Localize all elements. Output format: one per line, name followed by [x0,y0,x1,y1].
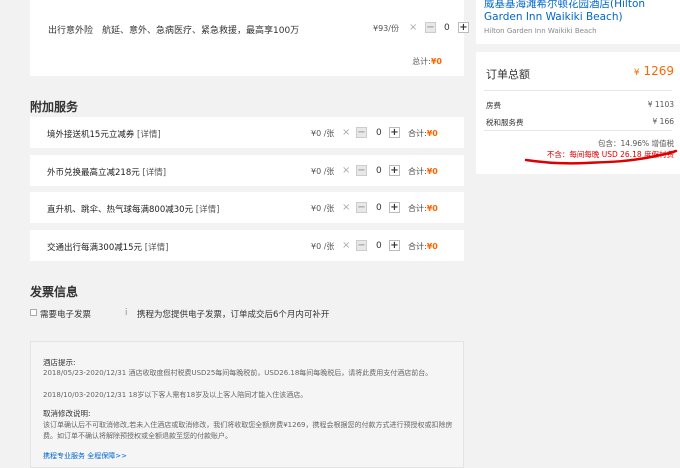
total-label: 合计: [408,129,427,138]
detail-link[interactable]: [详情] [196,205,220,215]
addon-item: 交通出行每满300减15元 [详情] ¥0 /张 × − 0 + 合计:¥0 [30,230,464,261]
addon-item: 外币兑换最高立减218元 [详情] ¥0 /张 × − 0 + 合计:¥0 [30,155,464,186]
detail-link[interactable]: [详情] [137,130,161,140]
addon-price: ¥0 /张 [311,167,335,176]
invoice-row: 需要电子发票 i 携程为您提供电子发票，订单成交后6个月内可补开 [30,308,464,320]
qty-value: 0 [376,166,382,176]
addon-name: 直升机、跳伞、热气球每满800减30元 [详情] [47,203,219,215]
qty-plus-button[interactable]: + [389,240,400,251]
detail-link[interactable]: [详情] [145,243,169,253]
qty-minus-button[interactable]: − [425,22,436,33]
total-value: ¥0 [426,204,438,213]
qty-minus-button[interactable]: − [356,165,367,176]
info-icon: i [125,308,128,318]
insurance-total: 总计:¥0 [412,56,442,67]
insurance-name: 出行意外险 [48,26,94,36]
addon-name: 境外接送机15元立减券 [详情] [47,128,161,140]
hotel-notice-line: 2018/10/03-2020/12/31 18岁以下客人需有18岁及以上客人陪… [43,391,308,399]
insurance-price: ¥93/份 [373,24,399,33]
qty-plus-button[interactable]: + [389,127,400,138]
insurance-row: 出行意外险 航延、意外、急病医疗、紧急救援，最高享100万 ¥93/份 × − … [30,16,469,40]
hotel-card: 威基基海滩希尔顿花园酒店(Hilton Garden Inn Waikiki B… [476,0,680,44]
addon-item: 直升机、跳伞、热气球每满800减30元 [详情] ¥0 /张 × − 0 + 合… [30,192,464,223]
total-label: 合计: [408,204,427,213]
invoice-checkbox[interactable] [30,309,37,316]
total-value: ¥0 [426,129,438,138]
insurance-desc: 航延、意外、急病医疗、紧急救援，最高享100万 [102,26,300,36]
addon-name: 外币兑换最高立减218元 [详情] [47,166,166,178]
hotel-notice-line: 2018/05/23-2020/12/31 酒店收取度假村税费USD25每间每晚… [43,369,433,377]
insurance-card: 出行意外险 航延、意外、急病医疗、紧急救援，最高享100万 ¥93/份 × − … [30,0,469,76]
times-sign: × [342,165,351,176]
qty-plus-button[interactable]: + [389,202,400,213]
qty-value: 0 [444,23,450,33]
detail-link[interactable]: [详情] [142,168,166,178]
times-sign: × [409,22,418,33]
addon-name-text: 境外接送机15元立减券 [47,130,135,140]
addon-total: 合计:¥0 [408,241,438,252]
order-summary: 订单总额 ¥ 1269 房费 ¥ 1103 税和服务费 ¥ 166 包含：14.… [476,52,680,174]
total-label: 总计: [412,57,431,66]
qty-plus-button[interactable]: + [389,165,400,176]
qty-minus-button[interactable]: − [356,240,367,251]
addon-total: 合计:¥0 [408,128,438,139]
notice-box: 酒店提示: 2018/05/23-2020/12/31 酒店收取度假村税费USD… [30,341,464,468]
times-sign: × [342,240,351,251]
addon-name-text: 交通出行每满300减15元 [47,243,143,253]
qty-plus-button[interactable]: + [458,22,469,33]
invoice-checkbox-label[interactable]: 需要电子发票 [40,308,91,320]
times-sign: × [342,202,351,213]
hotel-name-en: Hilton Garden Inn Waikiki Beach [484,27,597,35]
qty-value: 0 [376,203,382,213]
cancel-policy-title: 取消修改说明: [43,409,91,418]
addon-item: 境外接送机15元立减券 [详情] ¥0 /张 × − 0 + 合计:¥0 [30,117,464,148]
invoice-section-title: 发票信息 [30,285,79,299]
addon-total: 合计:¥0 [408,203,438,214]
qty-value: 0 [376,241,382,251]
invoice-note: 携程为您提供电子发票，订单成交后6个月内可补开 [137,310,330,320]
hotel-notice-title: 酒店提示: [43,358,76,367]
total-label: 合计: [408,167,427,176]
cancel-policy-text: 该订单确认后不可取消修改,若未入住酒店或取消修改，我们将收取您全额房费¥1269… [43,421,453,440]
addon-total: 合计:¥0 [408,166,438,177]
total-value: ¥0 [430,57,442,66]
addon-price: ¥0 /张 [311,129,335,138]
addon-name: 交通出行每满300减15元 [详情] [47,241,168,253]
total-value: ¥0 [426,242,438,251]
addon-price: ¥0 /张 [311,242,335,251]
hotel-name[interactable]: 威基基海滩希尔顿花园酒店(Hilton Garden Inn Waikiki B… [484,0,680,24]
addon-name-text: 直升机、跳伞、热气球每满800减30元 [47,205,194,215]
red-underline-annotation [524,149,678,165]
qty-minus-button[interactable]: − [356,127,367,138]
times-sign: × [342,127,351,138]
service-guarantee-link[interactable]: 携程专业服务 全程保障>> [43,451,127,461]
total-label: 合计: [408,242,427,251]
qty-minus-button[interactable]: − [356,202,367,213]
qty-value: 0 [376,128,382,138]
total-value: ¥0 [426,167,438,176]
addon-name-text: 外币兑换最高立减218元 [47,168,140,178]
addon-price: ¥0 /张 [311,204,335,213]
addon-section-title: 附加服务 [30,100,79,114]
